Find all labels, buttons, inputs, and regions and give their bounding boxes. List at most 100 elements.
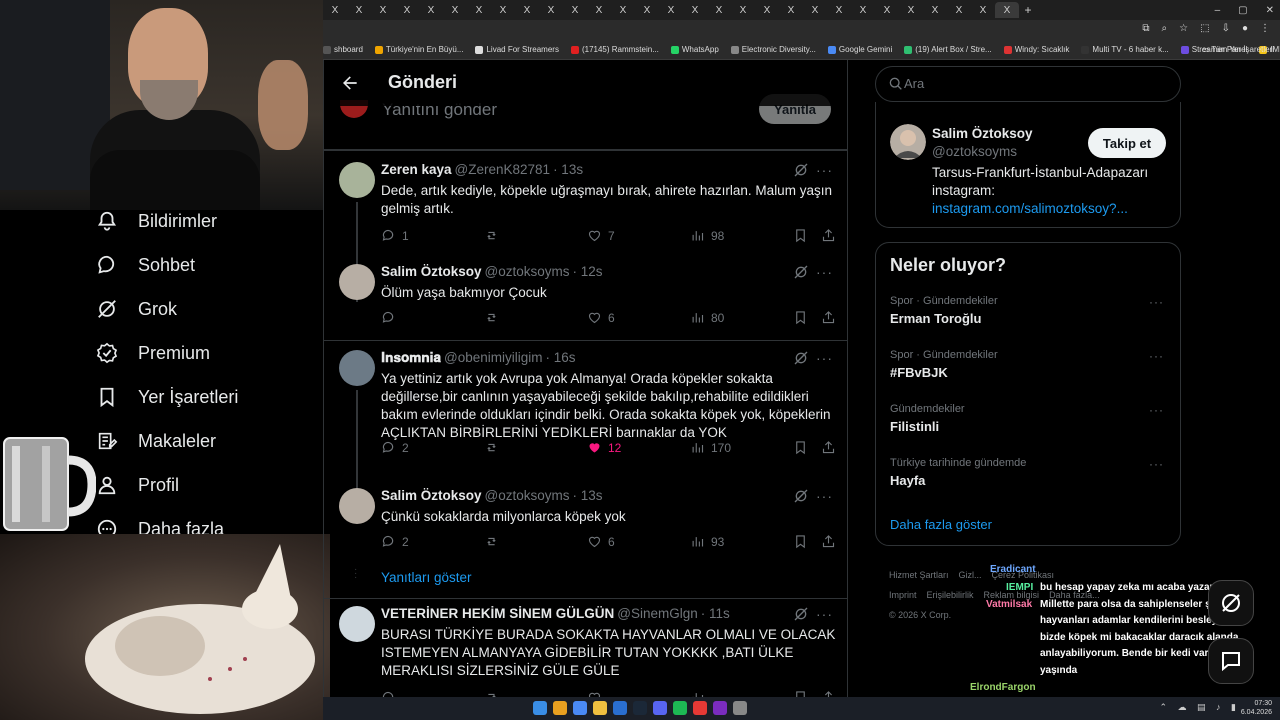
trend-item[interactable]: Spor · Gündemdekiler Erman Toroğlu ··· <box>890 295 1170 326</box>
browser-tab[interactable]: X <box>875 2 899 18</box>
browser-tab[interactable]: X <box>827 2 851 18</box>
nav-item-grok[interactable]: Grok <box>96 294 177 324</box>
tweet-time[interactable]: · 13s <box>553 162 583 177</box>
close-window-button[interactable]: ✕ <box>1266 5 1274 16</box>
zoom-icon[interactable]: ⌕ <box>1162 23 1168 34</box>
more-options-icon[interactable]: ··· <box>816 350 833 366</box>
browser-tab[interactable]: X <box>515 2 539 18</box>
browser-tab[interactable]: X <box>683 2 707 18</box>
browser-tab[interactable]: X <box>995 2 1019 18</box>
browser-tab[interactable]: X <box>923 2 947 18</box>
tweet-time[interactable]: · 13s <box>573 488 603 503</box>
browser-tab[interactable]: X <box>347 2 371 18</box>
tweet-author-name[interactable]: Zeren kaya <box>381 162 452 177</box>
reply-button[interactable] <box>381 310 402 325</box>
browser-tab[interactable]: X <box>779 2 803 18</box>
system-tray[interactable]: ⌃ ☁ ▤ ♪ ▮ <box>1160 702 1241 713</box>
browser-tab[interactable]: X <box>851 2 875 18</box>
profile-avatar[interactable] <box>890 124 926 160</box>
show-more-trends-link[interactable]: Daha fazla göster <box>890 517 992 532</box>
browser-tab[interactable]: X <box>947 2 971 18</box>
follow-button[interactable]: Takip et <box>1088 128 1166 158</box>
bookmark-item[interactable]: shboard <box>323 45 363 54</box>
more-options-icon[interactable]: ··· <box>816 606 833 622</box>
bookmark-item[interactable]: WhatsApp <box>670 45 719 54</box>
bookmark-button[interactable] <box>793 534 808 549</box>
trend-more-icon[interactable]: ··· <box>1149 457 1164 471</box>
footer-link[interactable]: Imprint <box>889 590 917 600</box>
tweet-time[interactable]: · 16s <box>546 350 576 365</box>
browser-tab[interactable]: X <box>395 2 419 18</box>
minimize-button[interactable]: – <box>1215 5 1221 16</box>
trend-item[interactable]: Gündemdekiler Filistinli ··· <box>890 403 1170 434</box>
taskbar-app-icon[interactable] <box>553 701 567 715</box>
browser-tab[interactable]: X <box>707 2 731 18</box>
bookmark-item[interactable]: Google Gemini <box>827 45 892 54</box>
like-button[interactable]: 7 <box>587 228 615 243</box>
bookmark-button[interactable] <box>793 440 808 455</box>
maximize-button[interactable]: ▢ <box>1238 5 1247 16</box>
tweet-author-handle[interactable]: @SinemGlgn <box>617 606 698 621</box>
download-icon[interactable]: ⇩ <box>1222 23 1230 34</box>
taskbar-app-icon[interactable] <box>573 701 587 715</box>
views-button[interactable]: 80 <box>690 310 724 325</box>
tweet-avatar[interactable] <box>339 606 375 642</box>
repost-button[interactable] <box>484 228 505 243</box>
extension-icon[interactable]: ⧉ <box>1142 23 1149 34</box>
bookmark-item[interactable]: Türkiye'nin En Büyü... <box>374 45 463 54</box>
nav-item-bildirimler[interactable]: Bildirimler <box>96 206 217 236</box>
tweet-author-name[interactable]: VETERİNER HEKİM SİNEM GÜLGÜN <box>381 606 614 621</box>
new-tab-button[interactable]: + <box>1019 3 1037 17</box>
browser-tab[interactable]: X <box>659 2 683 18</box>
nav-item-yer-i̇şaretleri[interactable]: Yer İşaretleri <box>96 382 238 412</box>
show-replies-link[interactable]: Yanıtları göster <box>381 570 472 585</box>
browser-tab[interactable]: X <box>539 2 563 18</box>
all-bookmarks-link[interactable]: ▭ Tüm Yer İşaretleri <box>1202 45 1274 54</box>
browser-tab[interactable]: X <box>803 2 827 18</box>
taskbar-app-icon[interactable] <box>533 701 547 715</box>
like-button[interactable]: 6 <box>587 310 615 325</box>
tweet-author-handle[interactable]: @oztoksoyms <box>485 264 570 279</box>
tweet-author-name[interactable]: 𝐈𝐧𝐬𝐨𝐦𝐧𝐢𝐚 <box>381 350 441 365</box>
browser-tab[interactable]: X <box>323 2 347 18</box>
star-icon[interactable]: ☆ <box>1179 23 1188 34</box>
nav-item-makaleler[interactable]: Makaleler <box>96 426 216 456</box>
search-input[interactable] <box>904 76 1154 91</box>
browser-tab[interactable]: X <box>491 2 515 18</box>
browser-tab[interactable]: X <box>443 2 467 18</box>
taskbar-app-icon[interactable] <box>713 701 727 715</box>
tweet-time[interactable]: · 12s <box>573 264 603 279</box>
taskbar-app-icon[interactable] <box>633 701 647 715</box>
taskbar-app-icon[interactable] <box>593 701 607 715</box>
browser-tab[interactable]: X <box>563 2 587 18</box>
grok-float-button[interactable] <box>1208 580 1254 626</box>
views-button[interactable]: 93 <box>690 534 724 549</box>
trend-more-icon[interactable]: ··· <box>1149 403 1164 417</box>
more-options-icon[interactable]: ··· <box>816 264 833 280</box>
browser-tab[interactable]: X <box>419 2 443 18</box>
taskbar-app-icon[interactable] <box>673 701 687 715</box>
like-button[interactable]: 12 <box>587 440 621 455</box>
bookmark-button[interactable] <box>793 310 808 325</box>
tweet-avatar[interactable] <box>339 488 375 524</box>
more-options-icon[interactable]: ··· <box>816 488 833 504</box>
browser-tab[interactable]: X <box>371 2 395 18</box>
share-button[interactable] <box>821 440 836 455</box>
nav-item-premium[interactable]: Premium <box>96 338 210 368</box>
nav-item-sohbet[interactable]: Sohbet <box>96 250 195 280</box>
repost-button[interactable] <box>484 310 505 325</box>
back-arrow-icon[interactable] <box>340 73 360 93</box>
browser-tab[interactable]: X <box>611 2 635 18</box>
profile-icon[interactable]: ● <box>1242 23 1248 34</box>
browser-tab[interactable]: X <box>587 2 611 18</box>
taskbar-app-icon[interactable] <box>613 701 627 715</box>
more-options-icon[interactable]: ··· <box>816 162 833 178</box>
taskbar-app-icon[interactable] <box>653 701 667 715</box>
browser-tab[interactable]: X <box>971 2 995 18</box>
menu-icon[interactable]: ⋮ <box>1260 23 1270 34</box>
repost-button[interactable] <box>484 534 505 549</box>
nav-item-profil[interactable]: Profil <box>96 470 179 500</box>
trend-item[interactable]: Spor · Gündemdekiler #FBvBJK ··· <box>890 349 1170 380</box>
trend-item[interactable]: Türkiye tarihinde gündemde Hayfa ··· <box>890 457 1170 488</box>
tweet-avatar[interactable] <box>339 350 375 386</box>
